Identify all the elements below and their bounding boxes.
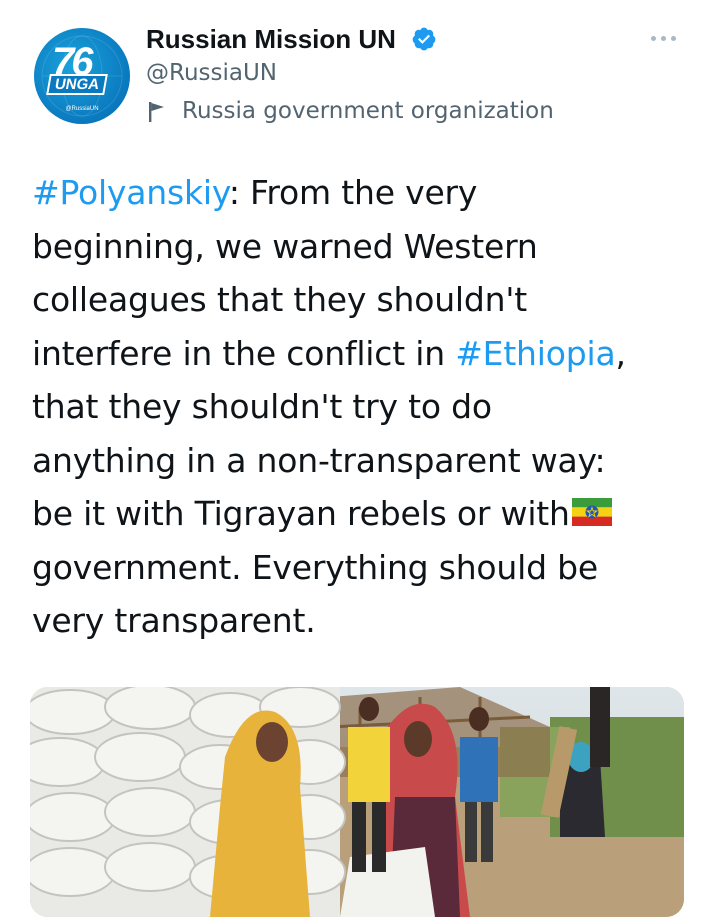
tweet-line: that they shouldn't try to do (32, 387, 492, 426)
avatar-handle: @RussiaUN (65, 106, 99, 112)
tweet-line: very transparent. (32, 601, 316, 640)
tweet-line: beginning, we warned Western (32, 226, 538, 266)
tweet-line: interfere in the conflict in #Ethiopia, (32, 333, 626, 373)
flag-icon (149, 102, 164, 122)
tweet-line: colleagues that they shouldn't (32, 280, 527, 319)
avatar-tag: UNGA (46, 74, 109, 95)
organization-label: Russia government organization (182, 98, 554, 124)
tweet-header: 76 UNGA @RussiaUN Russian Mission UN @Ru… (0, 0, 714, 150)
tweet-line: anything in a non-transparent way: (32, 440, 606, 480)
more-options-icon[interactable] (651, 34, 681, 44)
tweet-line: government. Everything should be (32, 547, 598, 587)
tweet-text: #Polyanskiy: From the very beginning, we… (32, 166, 692, 648)
tweet-line: be it with Tigrayan rebels or with (32, 487, 692, 541)
hashtag-polyanskiy[interactable]: #Polyanskiy (32, 173, 229, 212)
ethiopia-flag-emoji (571, 497, 612, 526)
tweet-photo[interactable] (30, 687, 684, 917)
verified-badge-icon (412, 27, 436, 51)
username[interactable]: @RussiaUN (146, 60, 277, 86)
avatar[interactable]: 76 UNGA @RussiaUN (34, 28, 130, 124)
tweet-line: #Polyanskiy: From the very (32, 173, 478, 212)
display-name[interactable]: Russian Mission UN (146, 24, 396, 55)
photo-scene (30, 687, 684, 917)
hashtag-ethiopia[interactable]: #Ethiopia (455, 334, 615, 373)
